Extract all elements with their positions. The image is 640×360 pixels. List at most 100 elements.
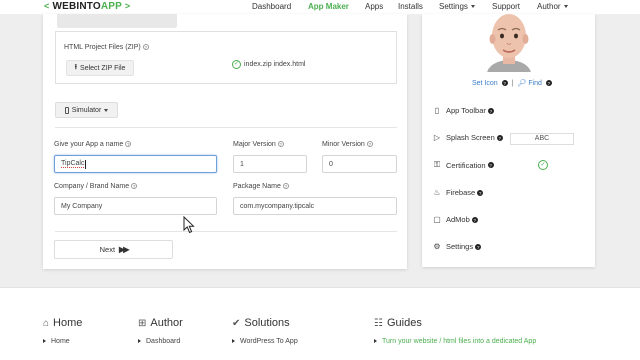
- footer-link-text: Turn your website / html files into a de…: [382, 338, 537, 345]
- nav-author[interactable]: Author: [537, 2, 568, 11]
- bank-icon: ⌂: [43, 317, 50, 329]
- zip-status: ✓ index.zip index.html: [232, 60, 305, 69]
- find-icon-link[interactable]: Find: [528, 80, 542, 87]
- nav-apps[interactable]: Apps: [365, 2, 383, 11]
- footer-heading-guides: ☷ Guides: [374, 317, 422, 329]
- bullet-arrow-icon: [232, 339, 235, 344]
- major-version-label-text: Major Version: [233, 141, 276, 148]
- select-zip-button[interactable]: ⭱ Select ZIP File: [66, 60, 134, 76]
- feature-app-toolbar[interactable]: ▯ App Toolbar ?: [432, 106, 494, 115]
- footer-link-home[interactable]: Home: [43, 338, 70, 345]
- select-zip-label: Select ZIP File: [80, 64, 126, 72]
- gear-icon: ⚙: [433, 242, 441, 251]
- major-version-input[interactable]: 1: [233, 155, 307, 173]
- nav-settings-label: Settings: [439, 2, 468, 11]
- help-icon[interactable]: ?: [545, 80, 552, 87]
- footer-link-guide[interactable]: Turn your website / html files into a de…: [374, 338, 536, 345]
- set-icon-links: Set Icon ? | 🔎︎ Find ?: [472, 79, 552, 87]
- company-label-text: Company / Brand Name: [54, 183, 130, 190]
- bullet-arrow-icon: [138, 339, 141, 344]
- help-icon[interactable]: ?: [366, 141, 373, 148]
- app-name-input[interactable]: TipCalc: [54, 155, 217, 173]
- footer-heading-solutions: ✔ Solutions: [232, 317, 290, 329]
- simulator-label: Simulator: [71, 106, 102, 114]
- help-icon[interactable]: ?: [487, 162, 494, 168]
- chevron-down-icon: [563, 5, 568, 9]
- help-icon[interactable]: ?: [471, 216, 478, 223]
- simulator-dropdown[interactable]: Simulator: [55, 102, 118, 118]
- top-navbar: < WEBINTOAPP > Dashboard App Maker Apps …: [0, 0, 640, 14]
- feature-certification[interactable]: ⚿ Certification ?: [432, 160, 494, 170]
- feature-label: App Toolbar: [446, 106, 486, 115]
- package-name-label-text: Package Name: [233, 183, 281, 190]
- help-icon[interactable]: ?: [282, 183, 289, 190]
- minor-version-value: 0: [329, 160, 333, 168]
- chevron-down-icon: [470, 5, 475, 9]
- minor-version-input[interactable]: 0: [322, 155, 397, 173]
- phone-icon: [64, 106, 69, 114]
- fire-icon: ♨: [433, 188, 441, 197]
- zip-upload-section: [55, 31, 397, 84]
- upload-icon: ⭱: [74, 63, 78, 71]
- footer-heading-text: Home: [53, 317, 83, 329]
- feature-label: Splash Screen: [446, 133, 495, 142]
- text-caret: [85, 159, 87, 169]
- help-icon[interactable]: ?: [496, 134, 503, 141]
- tab-stub[interactable]: [57, 14, 177, 28]
- feature-label: AdMob: [446, 215, 470, 224]
- app-icon-avatar[interactable]: [479, 14, 539, 72]
- footer-link-text: Dashboard: [146, 338, 181, 345]
- splash-preview[interactable]: ABC: [510, 133, 574, 145]
- feature-splash-screen[interactable]: ▷ Splash Screen ?: [432, 133, 503, 142]
- next-button[interactable]: Next ▶▶: [54, 240, 173, 259]
- nav-author-label: Author: [537, 2, 561, 11]
- bullet-arrow-icon: [374, 339, 377, 344]
- nav-dashboard[interactable]: Dashboard: [252, 2, 291, 11]
- help-icon[interactable]: ?: [125, 141, 132, 148]
- company-input[interactable]: My Company: [54, 197, 217, 215]
- logo-left-chevron: <: [44, 1, 50, 11]
- feature-admob[interactable]: ▢ AdMob ?: [432, 215, 478, 224]
- help-icon[interactable]: ?: [277, 141, 284, 148]
- minor-version-label-text: Minor Version: [322, 141, 365, 148]
- footer-link-dashboard[interactable]: Dashboard: [138, 338, 180, 345]
- major-version-value: 1: [240, 160, 244, 168]
- help-icon[interactable]: ?: [131, 183, 138, 190]
- company-value: My Company: [61, 202, 103, 210]
- help-icon[interactable]: ?: [477, 189, 484, 196]
- nav-settings[interactable]: Settings: [439, 2, 475, 11]
- package-name-label: Package Name?: [233, 183, 289, 190]
- zip-status-text: index.zip index.html: [244, 61, 306, 68]
- help-icon[interactable]: ?: [487, 107, 494, 114]
- check-circle-icon: ✔: [232, 317, 241, 329]
- help-icon[interactable]: ?: [501, 80, 508, 87]
- footer-heading-text: Solutions: [244, 317, 290, 329]
- divider: [55, 127, 397, 128]
- site-logo[interactable]: < WEBINTOAPP >: [44, 1, 130, 12]
- feature-label: Certification: [446, 160, 486, 170]
- company-label: Company / Brand Name?: [54, 183, 138, 190]
- minor-version-label: Minor Version?: [322, 141, 373, 148]
- next-label: Next: [99, 245, 116, 254]
- footer-heading-home: ⌂ Home: [43, 317, 82, 329]
- help-icon[interactable]: ?: [142, 44, 149, 51]
- help-icon[interactable]: ?: [475, 243, 482, 250]
- app-name-label-text: Give your App a name: [54, 141, 124, 148]
- footer-heading-text: Author: [150, 317, 183, 329]
- fast-forward-icon: ▶▶: [119, 245, 129, 254]
- nav-support[interactable]: Support: [492, 2, 520, 11]
- feature-label: Firebase: [446, 188, 476, 197]
- footer-link-text: Home: [51, 338, 70, 345]
- feature-settings[interactable]: ⚙ Settings ?: [432, 242, 482, 251]
- mouse-cursor-icon: [183, 216, 195, 234]
- logo-right-chevron: >: [124, 1, 131, 11]
- set-icon-link[interactable]: Set Icon: [472, 80, 498, 87]
- footer-link-wordpress-to-app[interactable]: WordPress To App: [232, 338, 298, 345]
- nav-installs[interactable]: Installs: [398, 2, 423, 11]
- search-icon: 🔎︎: [517, 80, 527, 87]
- package-name-input[interactable]: com.mycompany.tipcalc: [233, 197, 397, 215]
- nav-app-maker[interactable]: App Maker: [308, 2, 349, 11]
- key-icon: ⚿: [433, 160, 441, 169]
- feature-firebase[interactable]: ♨ Firebase ?: [432, 188, 484, 197]
- logo-brand-text: WEBINTO: [52, 1, 101, 12]
